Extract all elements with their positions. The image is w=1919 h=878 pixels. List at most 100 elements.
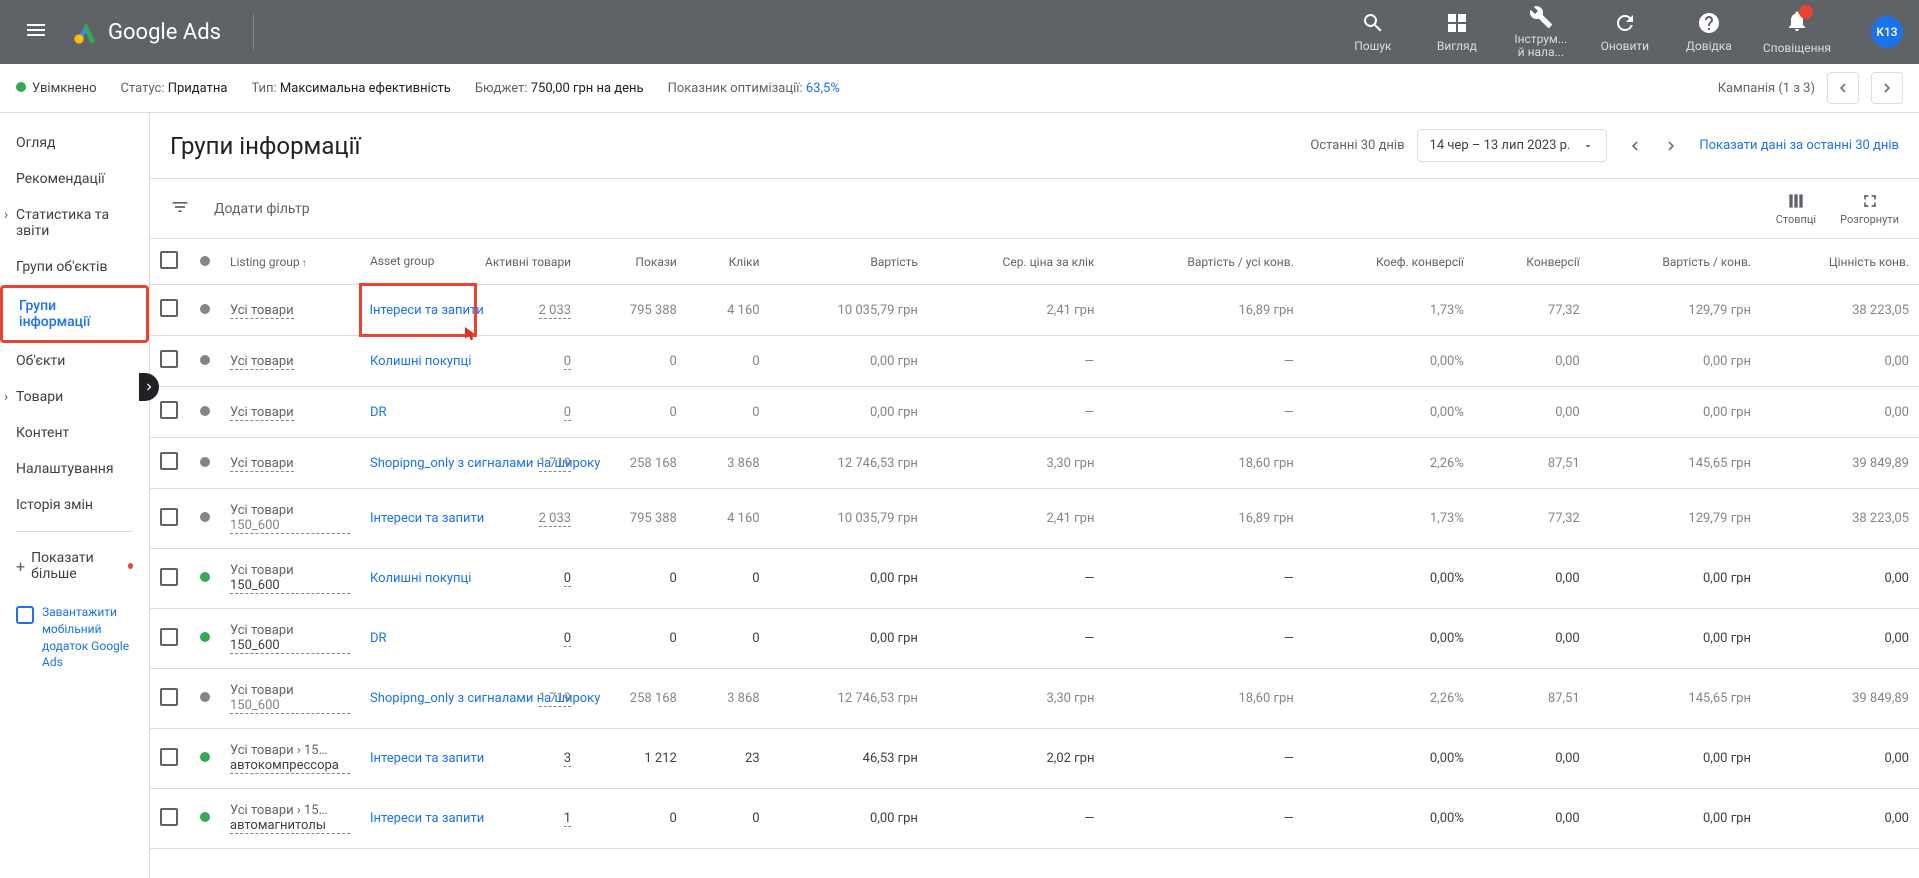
sidebar-content[interactable]: Контент xyxy=(0,415,149,451)
asset-cell[interactable]: Shopipng_only з сигналами на широку xyxy=(360,438,475,489)
listing-cell[interactable]: Усі товари › 15…автомагнитолы xyxy=(220,789,360,849)
refresh-tool[interactable]: Оновити xyxy=(1595,11,1655,53)
table-row[interactable]: Усі товари Shopipng_only з сигналами на … xyxy=(150,438,1919,489)
row-checkbox[interactable] xyxy=(160,508,178,526)
row-checkbox[interactable] xyxy=(160,299,178,317)
cost-conv-cell: 16,89 грн xyxy=(1104,285,1303,336)
expand-tool[interactable]: Розгорнути xyxy=(1840,191,1899,226)
asset-cell[interactable]: Інтереси та запити xyxy=(360,789,475,849)
campaign-next[interactable] xyxy=(1871,72,1903,104)
table-row[interactable]: Усі товари150_600 Інтереси та запити 2 0… xyxy=(150,489,1919,549)
asset-cell[interactable]: Колишні покупці xyxy=(360,336,475,387)
columns-tool[interactable]: Стовпці xyxy=(1776,191,1816,226)
col-clicks[interactable]: Кліки xyxy=(687,239,770,285)
table-row[interactable]: Усі товари150_600 Shopipng_only з сигнал… xyxy=(150,669,1919,729)
sidebar-stats[interactable]: Статистика та звіти xyxy=(0,197,149,249)
row-status-icon xyxy=(200,406,210,416)
listing-cell[interactable]: Усі товари150_600 xyxy=(220,489,360,549)
col-cost-per-conv[interactable]: Вартість / конв. xyxy=(1590,239,1761,285)
mobile-app-promo[interactable]: Завантажити мобільний додаток Google Ads xyxy=(0,592,149,683)
table-row[interactable]: Усі товари › 15…автокомпрессора Інтереси… xyxy=(150,729,1919,789)
select-all-checkbox[interactable] xyxy=(160,251,178,269)
help-tool[interactable]: Довідка xyxy=(1679,11,1739,53)
row-status-icon xyxy=(200,457,210,467)
google-ads-icon xyxy=(72,18,100,46)
tools-tool[interactable]: Інструм... й нала... xyxy=(1511,5,1571,59)
asset-cell[interactable]: DR xyxy=(360,387,475,438)
asset-cell[interactable]: Колишні покупці xyxy=(360,549,475,609)
row-checkbox[interactable] xyxy=(160,350,178,368)
sidebar-settings[interactable]: Налаштування xyxy=(0,451,149,487)
status-item: Статус: Придатна xyxy=(121,81,228,96)
date-next[interactable] xyxy=(1655,130,1687,162)
sidebar-products[interactable]: Товари xyxy=(0,379,149,415)
sidebar-listing-groups[interactable]: Групи інформації xyxy=(0,285,149,343)
view-tool[interactable]: Вигляд xyxy=(1427,11,1487,53)
col-impressions[interactable]: Покази xyxy=(581,239,687,285)
cost-per-conv-cell: 129,79 грн xyxy=(1590,285,1761,336)
listing-cell[interactable]: Усі товари › 15…автокомпрессора xyxy=(220,729,360,789)
row-checkbox[interactable] xyxy=(160,688,178,706)
date-prev[interactable] xyxy=(1619,130,1651,162)
asset-cell[interactable]: Shopipng_only з сигналами на широку xyxy=(360,669,475,729)
row-checkbox[interactable] xyxy=(160,808,178,826)
sidebar-assets[interactable]: Об'єкти xyxy=(0,343,149,379)
col-active[interactable]: Активні товари xyxy=(475,239,581,285)
col-cpc[interactable]: Сер. ціна за клік xyxy=(928,239,1105,285)
add-filter[interactable]: Додати фільтр xyxy=(214,201,310,217)
filter-icon[interactable] xyxy=(170,197,190,221)
user-avatar[interactable]: K13 xyxy=(1871,16,1903,48)
row-checkbox[interactable] xyxy=(160,401,178,419)
col-asset[interactable]: Asset group xyxy=(360,239,475,285)
sidebar-overview[interactable]: Огляд xyxy=(0,125,149,161)
col-cost-conv[interactable]: Вартість / усі конв. xyxy=(1104,239,1303,285)
sidebar-history[interactable]: Історія змін xyxy=(0,487,149,523)
sidebar-asset-groups[interactable]: Групи об'єктів xyxy=(0,249,149,285)
col-cost[interactable]: Вартість xyxy=(770,239,928,285)
mobile-icon xyxy=(16,606,34,624)
col-listing[interactable]: Listing group↑ xyxy=(220,239,360,285)
listing-cell[interactable]: Усі товари150_600 xyxy=(220,669,360,729)
listing-cell[interactable]: Усі товари xyxy=(220,336,360,387)
impressions-cell: 795 388 xyxy=(581,489,687,549)
col-conv-rate[interactable]: Коеф. конверсії xyxy=(1304,239,1474,285)
asset-cell[interactable]: Інтереси та запити xyxy=(360,729,475,789)
cpc-cell: — xyxy=(928,549,1105,609)
date-range-picker[interactable]: 14 чер – 13 лип 2023 р. xyxy=(1417,129,1608,162)
listing-cell[interactable]: Усі товари150_600 xyxy=(220,609,360,669)
table-row[interactable]: Усі товари Колишні покупці 0 0 0 0,00 гр… xyxy=(150,336,1919,387)
listing-cell[interactable]: Усі товари xyxy=(220,387,360,438)
active-cell: 0 xyxy=(475,387,581,438)
cost-cell: 10 035,79 грн xyxy=(770,489,928,549)
conv-rate-cell: 0,00% xyxy=(1304,549,1474,609)
table-row[interactable]: Усі товари150_600 DR 0 0 0 0,00 грн — — … xyxy=(150,609,1919,669)
sidebar-show-more[interactable]: + Показати більше xyxy=(0,540,149,592)
row-checkbox[interactable] xyxy=(160,748,178,766)
asset-cell[interactable]: DR xyxy=(360,609,475,669)
notifications-tool[interactable]: Сповіщення xyxy=(1763,9,1831,55)
asset-cell[interactable]: Інтереси та запити xyxy=(360,489,475,549)
listing-cell[interactable]: Усі товари xyxy=(220,285,360,336)
row-checkbox[interactable] xyxy=(160,628,178,646)
asset-cell[interactable]: Інтереси та запити xyxy=(360,285,475,336)
sidebar-recommendations[interactable]: Рекомендації xyxy=(0,161,149,197)
row-checkbox[interactable] xyxy=(160,568,178,586)
row-checkbox[interactable] xyxy=(160,452,178,470)
search-tool[interactable]: Пошук xyxy=(1343,11,1403,53)
impressions-cell: 0 xyxy=(581,336,687,387)
table-row[interactable]: Усі товари DR 0 0 0 0,00 грн — — 0,00% 0… xyxy=(150,387,1919,438)
date-link[interactable]: Показати дані за останні 30 днів xyxy=(1699,138,1899,153)
conv-rate-cell: 0,00% xyxy=(1304,336,1474,387)
table-row[interactable]: Усі товари150_600 Колишні покупці 0 0 0 … xyxy=(150,549,1919,609)
listing-cell[interactable]: Усі товари150_600 xyxy=(220,549,360,609)
listing-cell[interactable]: Усі товари xyxy=(220,438,360,489)
col-conv-value[interactable]: Цінність конв. xyxy=(1761,239,1919,285)
col-conversions[interactable]: Конверсії xyxy=(1474,239,1590,285)
brand-logo[interactable]: Google Ads xyxy=(72,18,221,46)
clicks-cell: 4 160 xyxy=(687,489,770,549)
table-row[interactable]: Усі товари › 15…автомагнитолы Інтереси т… xyxy=(150,789,1919,849)
campaign-pager: Кампанія (1 з 3) xyxy=(1718,81,1815,96)
campaign-prev[interactable] xyxy=(1827,72,1859,104)
table-row[interactable]: Усі товари Інтереси та запити 2 033 795 … xyxy=(150,285,1919,336)
menu-icon[interactable] xyxy=(16,10,56,54)
